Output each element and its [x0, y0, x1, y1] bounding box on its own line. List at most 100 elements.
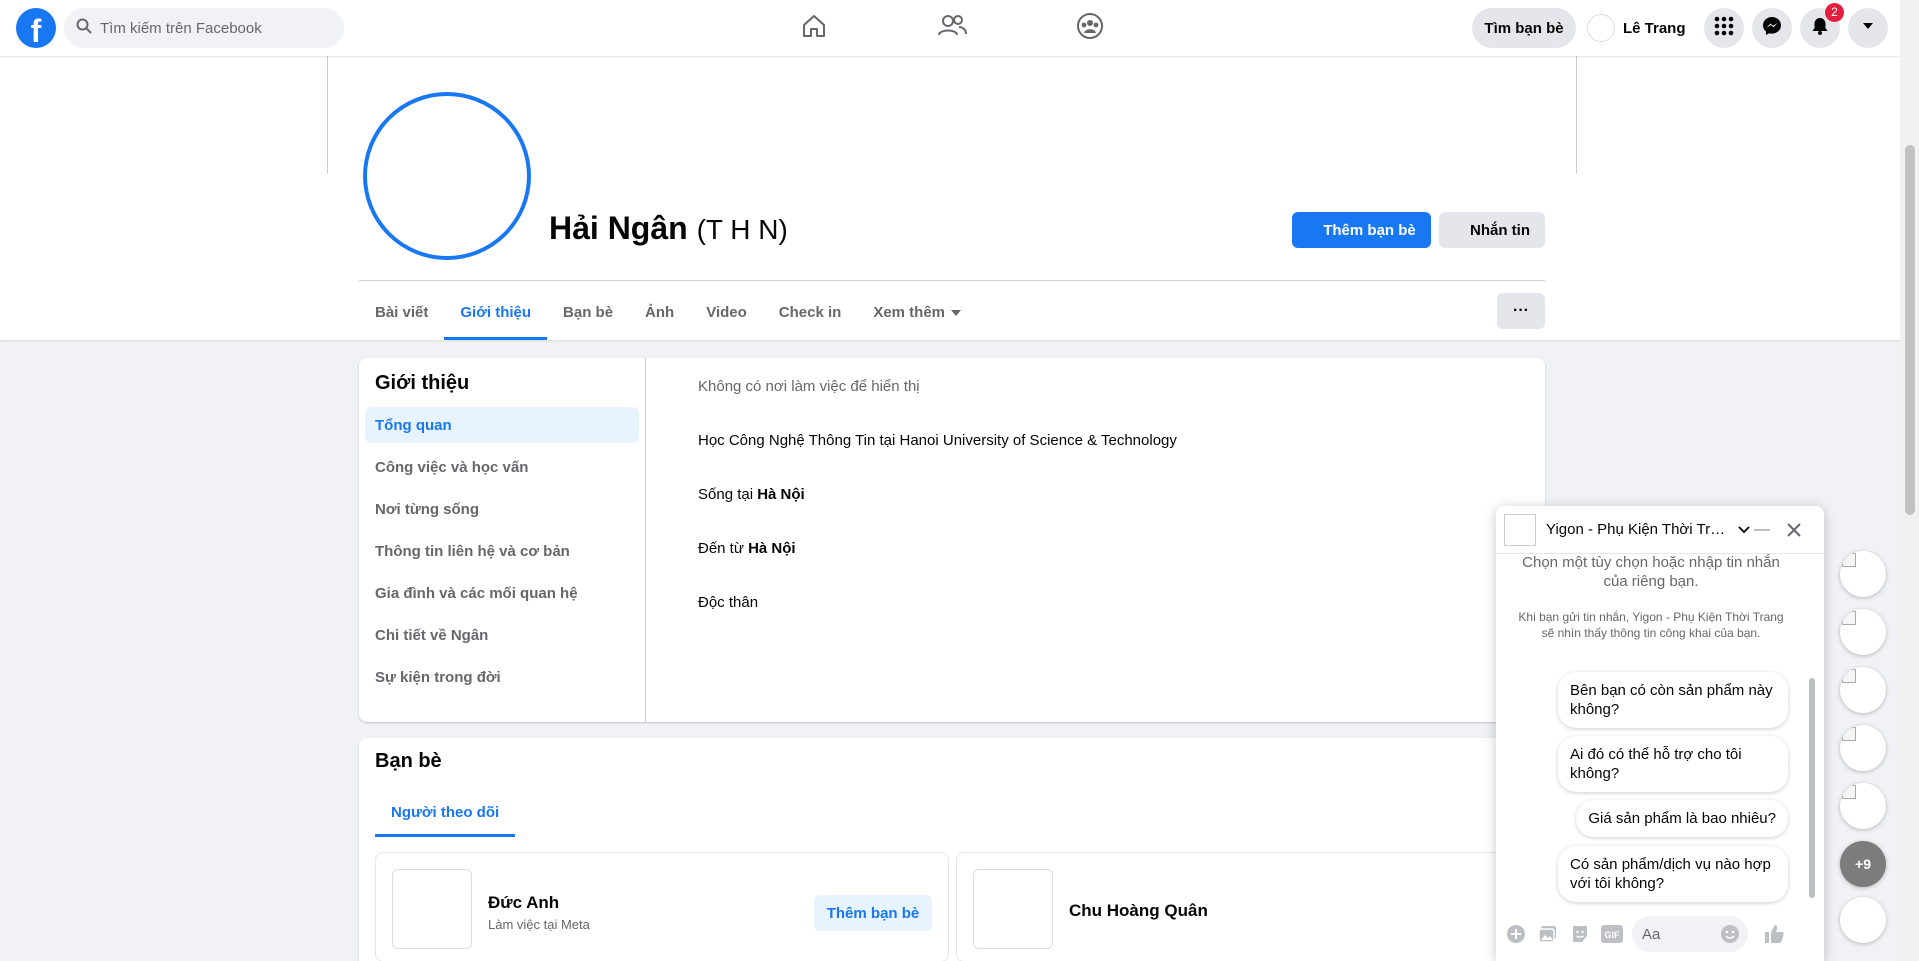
home-nav-button[interactable] — [759, 8, 869, 48]
thumbs-up-icon[interactable] — [1762, 922, 1786, 946]
chat-messages: Chọn một tùy chọn hoặc nhập tin nhắn của… — [1496, 554, 1824, 907]
tab-see-more[interactable]: Xem thêm — [857, 284, 977, 340]
tab-posts[interactable]: Bài viết — [359, 284, 444, 340]
about-menu-places-lived[interactable]: Nơi từng sống — [365, 491, 639, 527]
tab-about[interactable]: Giới thiệu — [444, 284, 547, 340]
work-info: Không có nơi làm việc để hiển thị — [698, 378, 920, 395]
find-friends-button[interactable]: Tìm bạn bè — [1472, 8, 1576, 48]
about-menu-details[interactable]: Chi tiết về Ngân — [365, 617, 639, 653]
account-menu-button[interactable] — [1848, 8, 1888, 48]
quick-reply-button[interactable]: Giá sản phẩm là bao nhiêu? — [1576, 800, 1788, 837]
messenger-icon — [1762, 16, 1782, 41]
lives-place-link[interactable]: Hà Nội — [757, 486, 805, 503]
education-info: Học Công Nghệ Thông Tin tại Hanoi Univer… — [698, 432, 1177, 449]
current-city-info: Sống tại Hà Nội — [698, 486, 1498, 540]
contact-bubble[interactable] — [1840, 551, 1886, 597]
friends-icon — [937, 12, 967, 45]
search-input[interactable] — [100, 19, 320, 37]
about-menu-overview[interactable]: Tổng quan — [365, 407, 639, 443]
minimize-icon[interactable] — [1750, 518, 1774, 542]
tab-followers[interactable]: Người theo dõi — [375, 790, 516, 837]
quick-reply-button[interactable]: Có sản phẩm/dịch vụ nào hợp với tôi khôn… — [1558, 846, 1788, 902]
friends-nav-button[interactable] — [897, 8, 1007, 48]
chat-composer: GIF — [1496, 907, 1824, 961]
about-menu-contact-info[interactable]: Thông tin liên hệ và cơ bản — [365, 533, 639, 569]
add-friend-button[interactable]: Thêm bạn bè — [814, 895, 932, 931]
contact-bubble[interactable] — [1840, 609, 1886, 655]
grid-menu-icon — [1714, 16, 1734, 41]
friend-name[interactable]: Đức Anh — [488, 893, 559, 913]
photo-icon[interactable] — [1536, 922, 1560, 946]
chat-intro-text: Chọn một tùy chọn hoặc nhập tin nhắn của… — [1522, 554, 1780, 590]
page-scrollbar[interactable] — [1900, 0, 1919, 961]
search-icon — [76, 18, 92, 39]
emoji-icon[interactable] — [1720, 924, 1740, 948]
tab-friends[interactable]: Bạn bè — [547, 284, 629, 340]
broken-image-icon — [1842, 553, 1856, 567]
close-icon[interactable] — [1782, 518, 1806, 542]
notification-badge: 2 — [1825, 3, 1844, 22]
svg-text:GIF: GIF — [1605, 930, 1621, 940]
contact-bubble[interactable] — [1840, 725, 1886, 771]
gif-icon[interactable]: GIF — [1600, 922, 1624, 946]
list-item: Chu Hoàng Quân — [956, 852, 1530, 961]
search-box[interactable] — [64, 8, 344, 48]
menu-button[interactable] — [1704, 8, 1744, 48]
about-menu-work-education[interactable]: Công việc và học vấn — [365, 449, 639, 485]
message-button[interactable]: Nhắn tin — [1439, 212, 1545, 248]
more-contacts-bubble[interactable]: +9 — [1840, 841, 1886, 887]
quick-reply-button[interactable]: Ai đó có thể hỗ trợ cho tôi không? — [1558, 736, 1788, 792]
user-name: Lê Trang — [1623, 19, 1686, 37]
lives-prefix: Sống tại — [698, 486, 754, 503]
header-divider — [359, 280, 1545, 281]
profile-tabs: Bài viết Giới thiệu Bạn bè Ảnh Video Che… — [359, 284, 977, 340]
groups-icon — [1076, 12, 1104, 45]
friend-photo[interactable] — [973, 869, 1053, 949]
friend-subtitle: Làm việc tại Meta — [488, 917, 590, 932]
contact-bubble[interactable] — [1840, 667, 1886, 713]
groups-nav-button[interactable] — [1035, 8, 1145, 48]
list-item: Đức Anh Làm việc tại Meta Thêm bạn bè — [375, 852, 949, 961]
chat-input-box[interactable] — [1632, 916, 1748, 952]
notifications-button[interactable]: 2 — [1800, 3, 1844, 48]
about-menu-family[interactable]: Gia đình và các mối quan hệ — [365, 575, 639, 611]
more-options-button[interactable]: ··· — [1497, 293, 1545, 329]
tab-see-more-label: Xem thêm — [873, 303, 946, 321]
chat-disclaimer: Khi bạn gửi tin nhắn, Yigon - Phụ Kiện T… — [1518, 610, 1784, 640]
plus-circle-icon[interactable] — [1504, 922, 1528, 946]
about-menu-life-events[interactable]: Sự kiện trong đời — [365, 659, 639, 695]
chevron-down-icon[interactable] — [1738, 521, 1750, 539]
from-place-link[interactable]: Hà Nội — [748, 540, 796, 557]
chat-header: Yigon - Phụ Kiện Thời Trang — [1496, 506, 1824, 554]
broken-image-icon — [1842, 611, 1856, 625]
from-prefix: Đến từ — [698, 540, 744, 557]
chat-title[interactable]: Yigon - Phụ Kiện Thời Trang — [1546, 521, 1730, 538]
friends-title: Bạn bè — [375, 750, 442, 772]
page-avatar[interactable] — [1504, 513, 1536, 546]
broken-image-icon — [1842, 669, 1856, 683]
hometown-info: Đến từ Hà Nội — [698, 540, 1498, 594]
quick-reply-button[interactable]: Bên bạn có còn sản phẩm này không? — [1558, 672, 1788, 728]
tab-check-ins[interactable]: Check in — [763, 284, 858, 340]
account-profile-link[interactable]: Lê Trang — [1583, 8, 1694, 48]
friend-name[interactable]: Chu Hoàng Quân — [1069, 901, 1208, 921]
contact-bubble[interactable] — [1840, 783, 1886, 829]
about-overview: Không có nơi làm việc để hiển thị Học Cô… — [698, 378, 1498, 648]
chat-scrollbar[interactable] — [1807, 560, 1817, 912]
tab-videos[interactable]: Video — [690, 284, 763, 340]
friends-card: Bạn bè Người theo dõi Đức Anh Làm việc t… — [359, 738, 1545, 961]
chat-message-input[interactable] — [1642, 925, 1722, 943]
add-friend-button[interactable]: Thêm bạn bè — [1292, 212, 1431, 248]
chevron-down-icon — [1861, 19, 1875, 38]
home-icon — [800, 12, 828, 45]
new-message-button[interactable] — [1840, 897, 1886, 943]
profile-picture[interactable] — [363, 92, 531, 260]
tab-photos[interactable]: Ảnh — [629, 284, 690, 340]
profile-name: Hải Ngân — [549, 210, 688, 246]
facebook-logo[interactable]: f — [16, 8, 56, 48]
about-menu: Giới thiệu Tổng quan Công việc và học vấ… — [359, 358, 646, 722]
messenger-button[interactable] — [1752, 8, 1792, 48]
friend-photo[interactable] — [392, 869, 472, 949]
chat-window: Yigon - Phụ Kiện Thời Trang Chọn một tùy… — [1496, 506, 1824, 961]
sticker-icon[interactable] — [1568, 922, 1592, 946]
